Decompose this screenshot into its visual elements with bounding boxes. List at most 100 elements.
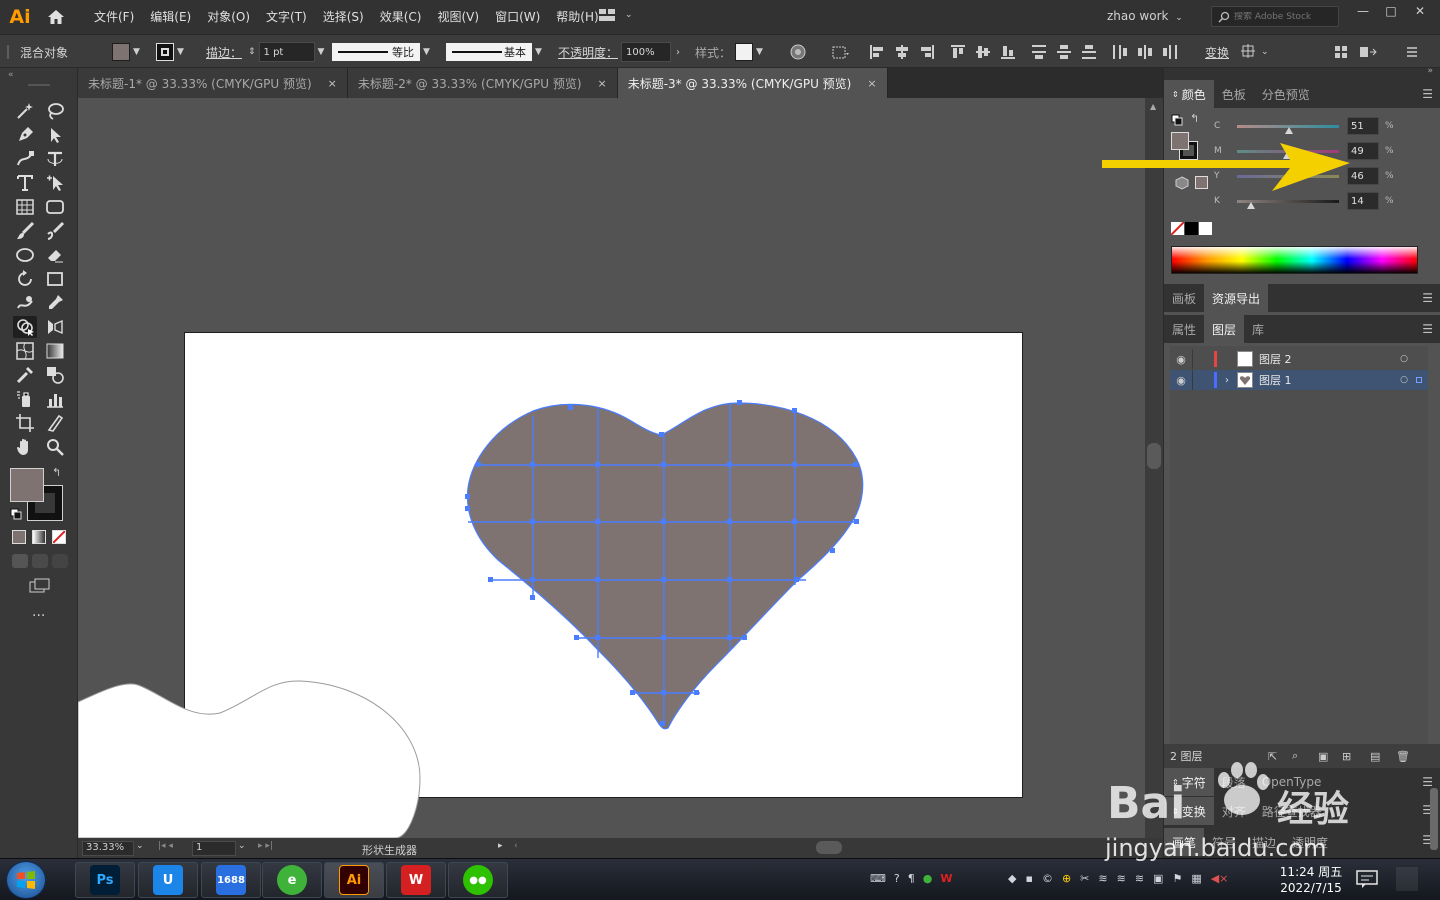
grip-handle[interactable] <box>6 42 10 62</box>
grid-tool-icon[interactable] <box>13 196 37 218</box>
slider-track[interactable] <box>1237 124 1339 134</box>
panel-scrollbar[interactable] <box>1430 788 1438 850</box>
lock-toggle[interactable] <box>1192 370 1214 390</box>
draw-normal-icon[interactable] <box>12 554 28 568</box>
canvas-area[interactable] <box>78 98 1145 838</box>
tray-monitor-icon[interactable]: ▣ <box>1153 872 1163 885</box>
start-button[interactable] <box>6 861 46 899</box>
heart-shape[interactable] <box>466 402 864 730</box>
direct-selection-icon[interactable] <box>43 124 67 146</box>
lasso-icon[interactable] <box>43 100 67 122</box>
search-input[interactable] <box>1234 11 1334 22</box>
menu-view[interactable]: 视图(V) <box>429 0 487 34</box>
chevron-down-icon[interactable]: ⌄ <box>136 841 144 851</box>
curved-shape[interactable] <box>78 680 421 838</box>
tab-document-3[interactable]: 未标题-3* @ 33.33% (CMYK/GPU 预览) × <box>617 68 888 98</box>
home-icon[interactable] <box>40 0 72 34</box>
puppet-warp-icon[interactable] <box>43 292 67 314</box>
swap-colors-icon[interactable]: ↰ <box>1190 112 1199 125</box>
edit-selection-icon[interactable] <box>1358 42 1380 62</box>
recolor-icon[interactable] <box>789 42 807 62</box>
opacity-field[interactable]: 100% › <box>621 42 680 62</box>
white-swatch[interactable] <box>1199 222 1212 235</box>
warp-icon[interactable] <box>13 292 37 314</box>
magic-wand-icon[interactable] <box>13 100 37 122</box>
arrange-documents-button[interactable]: ⌄ <box>598 8 633 22</box>
opacity-input[interactable]: 100% <box>621 42 671 62</box>
none-mode-icon[interactable] <box>52 530 66 544</box>
artboard-icon[interactable] <box>13 412 37 434</box>
blend-icon[interactable] <box>43 364 67 386</box>
slider-knob[interactable] <box>1247 201 1256 209</box>
default-colors-icon[interactable] <box>1171 114 1183 129</box>
menu-effect[interactable]: 效果(C) <box>372 0 430 34</box>
taskbar-wechat[interactable]: ●● <box>448 862 508 898</box>
hand-icon[interactable] <box>13 436 37 458</box>
column-graph-icon[interactable] <box>43 388 67 410</box>
status-menu-arrow-icon[interactable]: ▸ <box>498 841 503 851</box>
system-clock[interactable]: 11:24 周五 2022/7/15 <box>1276 864 1346 896</box>
tab-pathfinder[interactable]: 路径查找器 <box>1254 797 1330 825</box>
tray-stack3-icon[interactable]: ≋ <box>1135 872 1144 885</box>
gradient-mode-icon[interactable] <box>32 530 46 544</box>
tab-document-1[interactable]: 未标题-1* @ 33.33% (CMYK/GPU 预览) × <box>78 68 348 98</box>
fill-color-dropdown[interactable]: ▼ <box>112 42 140 62</box>
lock-toggle[interactable] <box>1192 349 1214 369</box>
panel-menu-icon[interactable]: ☰ <box>1422 775 1433 789</box>
minimize-button[interactable]: — <box>1352 2 1374 20</box>
align-center-icon[interactable] <box>893 43 911 61</box>
tab-transform[interactable]: ⇕ 变换 <box>1164 797 1214 825</box>
network-icon[interactable]: ▦ <box>1191 872 1201 885</box>
transform-label[interactable]: 变换 <box>1205 42 1229 62</box>
locate-object-icon[interactable]: ⌕ <box>1292 749 1298 763</box>
align-middle-icon[interactable] <box>974 43 992 61</box>
paintbrush-icon[interactable] <box>13 220 37 242</box>
slider-track[interactable] <box>1237 199 1339 209</box>
zoom-field[interactable]: 33.33% <box>82 841 134 856</box>
more-tools-icon[interactable]: ··· <box>32 608 45 624</box>
distribute-bottom-icon[interactable] <box>1080 43 1098 61</box>
tab-properties[interactable]: 属性 <box>1164 315 1204 343</box>
eye-icon[interactable]: ◉ <box>1170 353 1192 366</box>
align-right-icon[interactable] <box>918 43 936 61</box>
export-icon[interactable]: ⇱ <box>1268 750 1277 763</box>
new-layer-icon[interactable]: ▤ <box>1370 750 1380 763</box>
tab-asset-export[interactable]: 资源导出 <box>1204 284 1269 312</box>
menu-edit[interactable]: 编辑(E) <box>142 0 199 34</box>
taskbar-illustrator[interactable]: Ai <box>324 862 384 898</box>
tray-flag-icon[interactable]: ⚑ <box>1172 872 1182 885</box>
vertical-scrollbar[interactable]: ▲ <box>1145 98 1163 838</box>
close-icon[interactable]: × <box>867 77 876 90</box>
toolbar-grip[interactable] <box>28 84 50 86</box>
variable-width-profile[interactable]: 等比 ▼ <box>332 42 430 62</box>
qq-icon[interactable]: ◆ <box>1008 872 1016 885</box>
stroke-label[interactable]: 描边： <box>206 42 242 62</box>
stroke-weight-field[interactable]: ⇕ 1 pt ▼ <box>248 42 324 62</box>
target-icon[interactable]: ○ <box>1400 354 1408 364</box>
panel-menu-icon[interactable]: ☰ <box>1422 291 1433 305</box>
cyan-value-input[interactable]: 51 <box>1347 117 1379 135</box>
default-colors-icon[interactable] <box>10 508 22 523</box>
mesh-icon[interactable] <box>13 340 37 362</box>
ellipse-icon[interactable] <box>13 244 37 266</box>
anchor-point-icon[interactable] <box>43 172 67 194</box>
perspective-grid-icon[interactable] <box>43 316 67 338</box>
black-swatch[interactable] <box>1185 222 1198 235</box>
distribute-left-icon[interactable] <box>1111 43 1129 61</box>
expand-dock-icon[interactable]: » <box>1427 66 1433 76</box>
panel-menu-icon[interactable] <box>1405 42 1419 62</box>
blob-brush-icon[interactable] <box>43 220 67 242</box>
scroll-left-icon[interactable]: ‹ <box>514 841 518 851</box>
horizontal-scroll-thumb[interactable] <box>816 841 842 854</box>
taskbar-wps[interactable]: W <box>386 862 446 898</box>
menu-object[interactable]: 对象(O) <box>199 0 258 34</box>
tray-plus-icon[interactable]: ⊕ <box>1062 872 1071 885</box>
trash-icon[interactable]: 🗑 <box>1396 750 1410 763</box>
cyan-slider[interactable]: C 51 % <box>1214 116 1434 136</box>
curvature-icon[interactable] <box>13 148 37 170</box>
tab-symbols[interactable]: 符号 <box>1204 828 1244 856</box>
symbol-sprayer-icon[interactable] <box>13 388 37 410</box>
stock-search[interactable] <box>1211 6 1339 27</box>
tab-transparency[interactable]: 透明度 <box>1284 828 1336 856</box>
tray-wps-icon[interactable]: W <box>940 872 952 885</box>
